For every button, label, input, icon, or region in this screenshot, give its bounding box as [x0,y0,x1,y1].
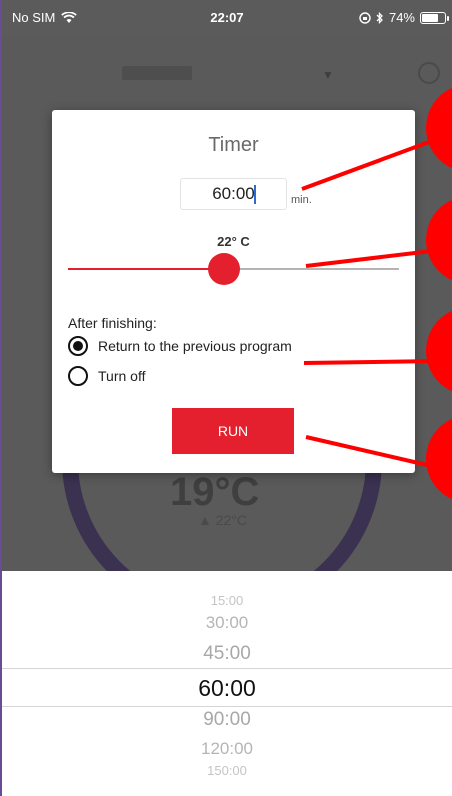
picker-item-selected[interactable]: 60:00 [2,675,452,702]
callout-line-options [303,359,441,365]
picker-item[interactable]: 15:00 [2,593,452,608]
picker-item[interactable]: 45:00 [2,643,452,665]
callout-circle-timer [426,87,452,169]
callout-circle-run [426,418,452,500]
time-picker[interactable]: 15:00 30:00 45:00 60:00 90:00 120:00 150:00 [2,571,452,796]
picker-selection-bottom-line [2,706,452,707]
picker-item[interactable]: 120:00 [2,739,452,759]
callout-line-timer [301,136,441,191]
picker-item[interactable]: 90:00 [2,709,452,731]
callout-line-slider [305,248,441,268]
picker-item[interactable]: 150:00 [2,763,452,778]
callout-circle-options [426,310,452,392]
callout-circle-slider [426,199,452,281]
callout-line-run [305,435,441,470]
app-frame: No SIM 22:07 74% ▼ 19°C ▲ 22°C Timer 60:… [0,0,452,796]
picker-selection-top-line [2,668,452,669]
picker-item[interactable]: 30:00 [2,613,452,633]
